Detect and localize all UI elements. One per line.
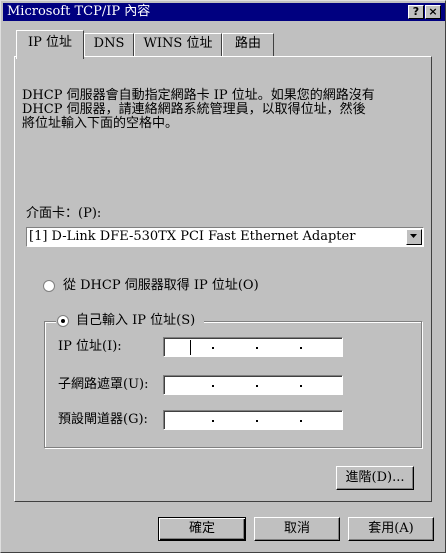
ip-dot [212, 347, 214, 349]
title-bar: Microsoft TCP/IP 內容 ? × [3, 3, 445, 21]
advanced-button[interactable]: 進階(D)... [336, 466, 414, 490]
ip-dot [212, 420, 214, 422]
manual-radio[interactable] [57, 315, 69, 327]
ip-dot [212, 385, 214, 387]
close-button[interactable]: × [425, 5, 441, 19]
subnet-mask-label: 子網路遮罩(U): [58, 377, 149, 392]
ip-dot [300, 420, 302, 422]
ip-dot [256, 347, 258, 349]
gateway-field[interactable] [163, 410, 343, 430]
chevron-down-icon [410, 234, 417, 238]
adapter-dropdown-button[interactable] [406, 229, 422, 245]
adapter-select[interactable]: [1] D-Link DFE-530TX PCI Fast Ethernet A… [26, 227, 424, 247]
cancel-button[interactable]: 取消 [254, 517, 340, 541]
dhcp-radio-label[interactable]: 從 DHCP 伺服器取得 IP 位址(O) [63, 278, 259, 294]
dhcp-radio[interactable] [43, 280, 55, 292]
dhcp-description: DHCP 伺服器會自動指定網路卡 IP 位址。如果您的網路沒有 DHCP 伺服器… [22, 88, 375, 131]
tab-wins[interactable]: WINS 位址 [134, 33, 222, 56]
manual-radio-label[interactable]: 自己輸入 IP 位址(S) [76, 313, 195, 329]
subnet-mask-field[interactable] [163, 375, 343, 395]
text-caret [190, 340, 191, 355]
help-button[interactable]: ? [408, 5, 424, 19]
ip-address-field[interactable] [163, 337, 343, 357]
apply-button[interactable]: 套用(A) [348, 517, 434, 541]
ip-dot [256, 420, 258, 422]
adapter-selected-value: [1] D-Link DFE-530TX PCI Fast Ethernet A… [29, 229, 356, 244]
ok-button[interactable]: 確定 [158, 517, 246, 541]
ip-address-label: IP 位址(I): [58, 339, 122, 354]
window-title: Microsoft TCP/IP 內容 [7, 4, 151, 19]
tab-routing[interactable]: 路由 [222, 33, 274, 56]
tab-dns[interactable]: DNS [84, 33, 134, 56]
ip-dot [300, 385, 302, 387]
gateway-label: 預設閘道器(G): [58, 412, 148, 427]
tab-ip-address[interactable]: IP 位址 [16, 30, 84, 59]
ip-dot [300, 347, 302, 349]
ip-dot [256, 385, 258, 387]
adapter-label: 介面卡：(P): [26, 206, 102, 221]
